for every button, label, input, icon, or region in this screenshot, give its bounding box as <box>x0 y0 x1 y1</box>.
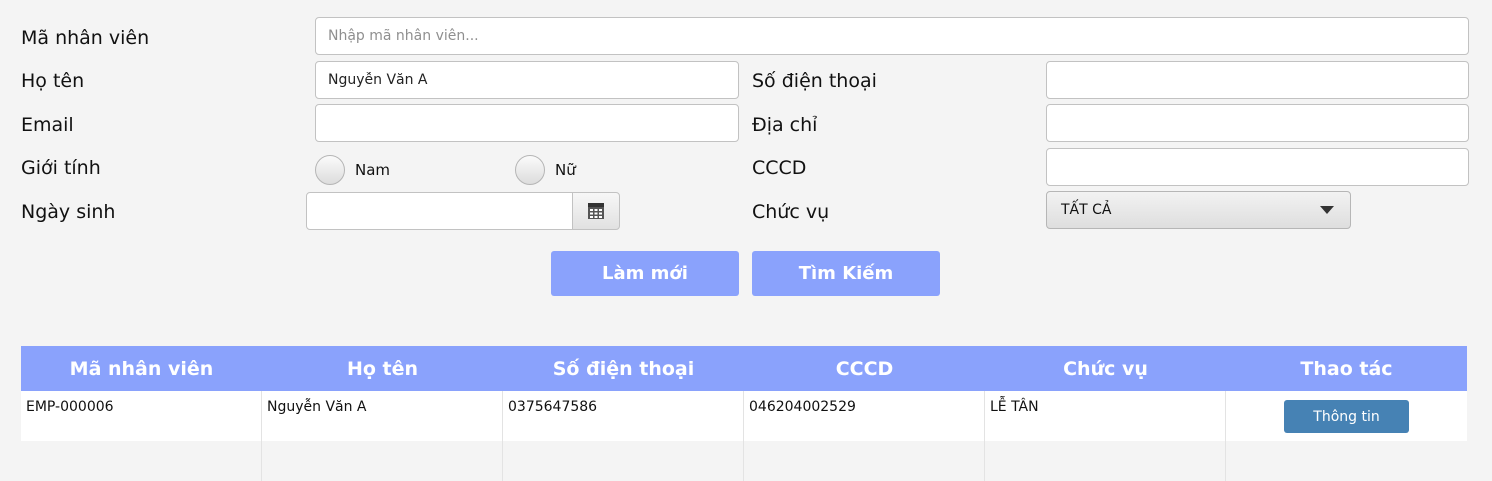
role-select[interactable]: TẤT CẢ <box>1046 191 1351 229</box>
column-header-actions: Thao tác <box>1300 357 1393 380</box>
role-selected-value: TẤT CẢ <box>1061 202 1112 218</box>
cell-role: LỄ TÂN <box>985 391 1226 441</box>
radio-circle[interactable] <box>315 155 345 185</box>
cell-emp-id: EMP-000006 <box>21 391 262 441</box>
empty-cell <box>503 441 744 481</box>
dob-input[interactable] <box>306 192 574 230</box>
address-label: Địa chỉ <box>752 114 818 136</box>
dob-date-picker[interactable] <box>306 192 620 230</box>
table-header: Mã nhân viên Họ tên Số điện thoại CCCD C… <box>21 346 1467 391</box>
phone-input[interactable] <box>1046 61 1469 99</box>
gender-label: Giới tính <box>21 157 101 179</box>
gender-radio-male[interactable]: Nam <box>315 155 390 185</box>
radio-circle[interactable] <box>515 155 545 185</box>
empty-cell <box>262 441 503 481</box>
cccd-label: CCCD <box>752 157 807 179</box>
table-row[interactable]: EMP-000006 Nguyễn Văn A 0375647586 04620… <box>21 391 1467 441</box>
gender-radio-female[interactable]: Nữ <box>515 155 576 185</box>
cccd-input[interactable] <box>1046 148 1469 186</box>
dob-label: Ngày sinh <box>21 201 116 223</box>
calendar-icon <box>588 203 604 219</box>
info-button[interactable]: Thông tin <box>1284 400 1409 433</box>
calendar-button[interactable] <box>572 192 620 230</box>
empty-cell <box>1226 441 1467 481</box>
role-label: Chức vụ <box>752 201 830 223</box>
phone-label: Số điện thoại <box>752 70 877 92</box>
address-input[interactable] <box>1046 104 1469 142</box>
column-header-role[interactable]: Chức vụ <box>985 346 1226 391</box>
cell-actions: Thông tin <box>1226 391 1467 441</box>
name-label: Họ tên <box>21 70 85 92</box>
cell-cccd: 046204002529 <box>744 391 985 441</box>
chevron-down-icon <box>1320 206 1334 214</box>
column-header-emp-id[interactable]: Mã nhân viên <box>21 346 262 391</box>
empty-cell <box>985 441 1226 481</box>
table-row-empty <box>21 441 1467 481</box>
cell-phone: 0375647586 <box>503 391 744 441</box>
gender-option-female-label: Nữ <box>555 161 576 179</box>
emp-id-input[interactable] <box>315 17 1469 55</box>
empty-cell <box>744 441 985 481</box>
empty-cell <box>21 441 262 481</box>
search-button[interactable]: Tìm Kiếm <box>752 251 940 296</box>
email-label: Email <box>21 114 74 136</box>
column-header-cccd[interactable]: CCCD <box>744 346 985 391</box>
gender-option-male-label: Nam <box>355 161 391 179</box>
cell-name: Nguyễn Văn A <box>262 391 503 441</box>
employee-table: Mã nhân viên Họ tên Số điện thoại CCCD C… <box>21 346 1467 481</box>
email-input[interactable] <box>315 104 739 142</box>
name-input[interactable] <box>315 61 739 99</box>
column-header-phone[interactable]: Số điện thoại <box>503 346 744 391</box>
emp-id-label: Mã nhân viên <box>21 27 150 49</box>
reset-button[interactable]: Làm mới <box>551 251 739 296</box>
column-header-name[interactable]: Họ tên <box>262 346 503 391</box>
